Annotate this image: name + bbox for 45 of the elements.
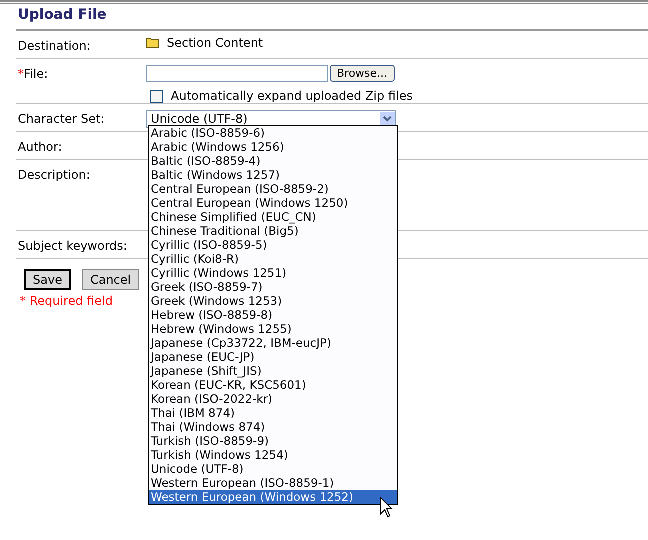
field-label: Author: (18, 139, 62, 156)
dropdown-option[interactable]: Arabic (ISO-8859-6) (149, 126, 397, 140)
dropdown-option[interactable]: Greek (Windows 1253) (149, 294, 397, 308)
dropdown-option[interactable]: Western European (Windows 1252) (149, 490, 397, 504)
cancel-button[interactable]: Cancel (82, 269, 140, 290)
dropdown-option[interactable]: Korean (ISO-2022-kr) (149, 392, 397, 406)
checkbox-label: Automatically expand uploaded Zip files (171, 88, 413, 105)
dropdown-option[interactable]: Hebrew (ISO-8859-8) (149, 308, 397, 322)
dropdown-option[interactable]: Baltic (Windows 1257) (149, 168, 397, 182)
dropdown-option[interactable]: Cyrillic (Windows 1251) (149, 266, 397, 280)
dropdown-option[interactable]: Thai (IBM 874) (149, 406, 397, 420)
dropdown-option[interactable]: Cyrillic (ISO-8859-5) (149, 238, 397, 252)
required-mark: * (18, 66, 24, 83)
checkbox[interactable] (150, 90, 163, 102)
dropdown-option[interactable]: Baltic (ISO-8859-4) (149, 154, 397, 168)
required-note: * Required field (20, 293, 113, 310)
destination-value: Section Content (167, 35, 264, 52)
field-label: File: (24, 66, 48, 83)
field-label: Destination: (18, 38, 91, 55)
dropdown-option[interactable]: Japanese (Cp33722, IBM-eucJP) (149, 336, 397, 350)
dropdown-option[interactable]: Western European (ISO-8859-1) (149, 476, 397, 490)
caret-icon (380, 112, 395, 126)
dropdown-option[interactable]: Japanese (Shift_JIS) (149, 364, 397, 378)
dropdown-option[interactable]: Japanese (EUC-JP) (149, 350, 397, 364)
field-label: Description: (18, 167, 90, 184)
dropdown-option[interactable]: Thai (Windows 874) (149, 420, 397, 434)
dropdown-option[interactable]: Central European (Windows 1250) (149, 196, 397, 210)
field-label: Subject keywords: (18, 238, 128, 255)
page-title: Upload File (17, 6, 107, 25)
browse-button[interactable]: Browse... (330, 65, 395, 82)
file-path-field[interactable] (146, 65, 328, 82)
dropdown-option[interactable]: Turkish (Windows 1254) (149, 448, 397, 462)
dropdown-option[interactable]: Unicode (UTF-8) (149, 462, 397, 476)
folder-icon (146, 37, 161, 49)
dropdown-option[interactable]: Cyrillic (Koi8-R) (149, 252, 397, 266)
dropdown-option[interactable]: Greek (ISO-8859-7) (149, 280, 397, 294)
dropdown-option[interactable]: Korean (EUC-KR, KSC5601) (149, 378, 397, 392)
dropdown-option[interactable]: Turkish (ISO-8859-9) (149, 434, 397, 448)
dropdown-option[interactable]: Chinese Simplified (EUC_CN) (149, 210, 397, 224)
dropdown-option[interactable]: Hebrew (Windows 1255) (149, 322, 397, 336)
save-button[interactable]: Save (24, 269, 72, 290)
field-label: Character Set: (18, 111, 105, 128)
dropdown-option[interactable]: Chinese Traditional (Big5) (149, 224, 397, 238)
dropdown-option[interactable]: Central European (ISO-8859-2) (149, 182, 397, 196)
dropdown-option[interactable]: Arabic (Windows 1256) (149, 140, 397, 154)
